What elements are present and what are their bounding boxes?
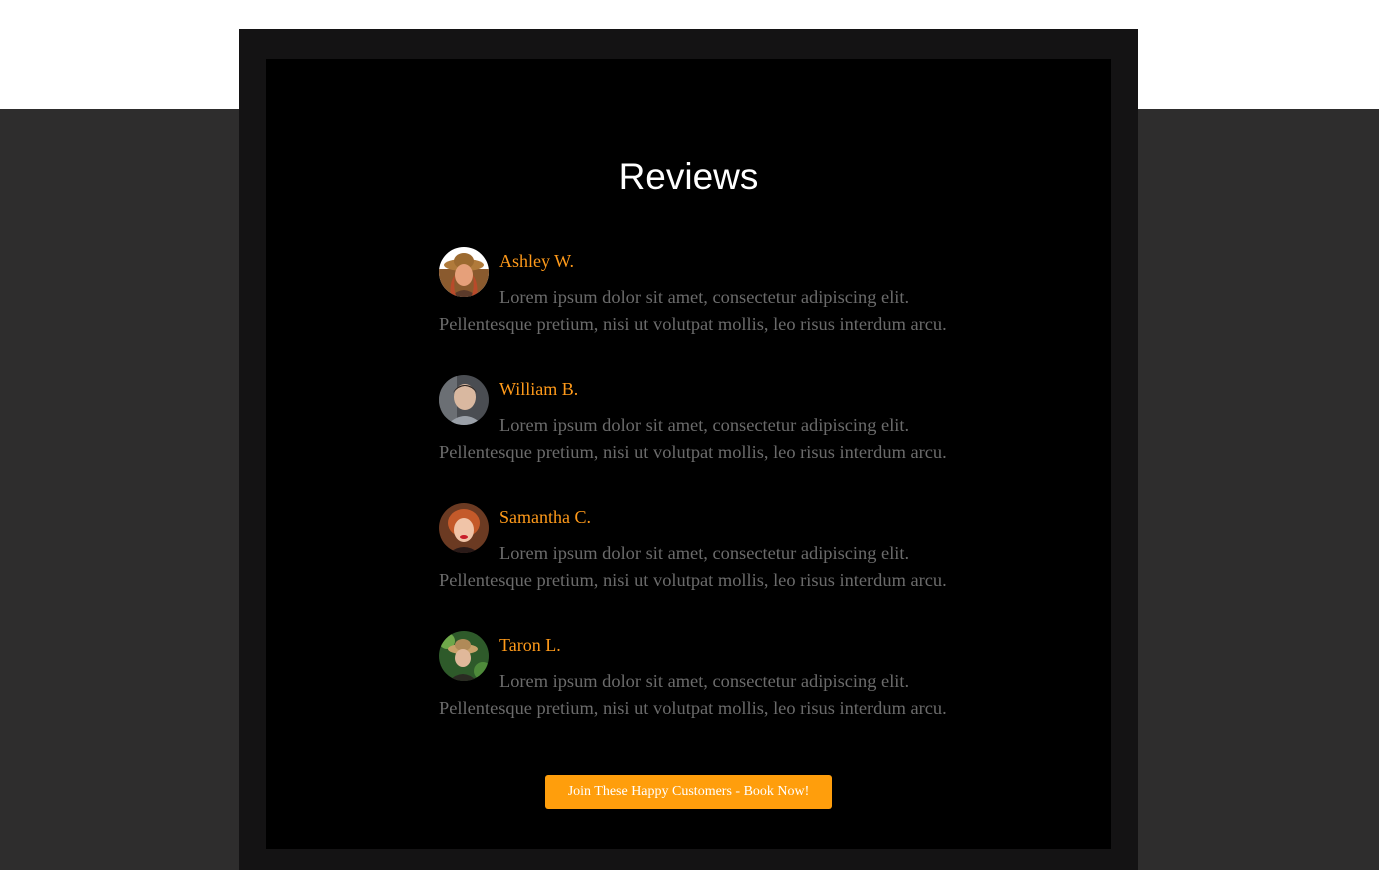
reviews-panel: Reviews Ashley W. Lorem ipsum dolor sit … [266,59,1111,849]
reviews-frame: Reviews Ashley W. Lorem ipsum dolor sit … [239,29,1138,870]
review-item: Taron L. Lorem ipsum dolor sit amet, con… [439,631,959,759]
reviewer-name: Ashley W. [499,251,575,271]
review-text: Lorem ipsum dolor sit amet, consectetur … [439,415,947,462]
review-text: Lorem ipsum dolor sit amet, consectetur … [439,543,947,590]
reviewer-name: Samantha C. [499,507,591,527]
review-text: Lorem ipsum dolor sit amet, consectetur … [439,287,947,334]
book-now-button[interactable]: Join These Happy Customers - Book Now! [545,775,832,809]
review-item: Ashley W. Lorem ipsum dolor sit amet, co… [439,247,959,375]
review-list: Ashley W. Lorem ipsum dolor sit amet, co… [439,247,959,759]
review-text: Lorem ipsum dolor sit amet, consectetur … [439,671,947,718]
review-item: Samantha C. Lorem ipsum dolor sit amet, … [439,503,959,631]
reviewer-name: William B. [499,379,579,399]
review-item: William B. Lorem ipsum dolor sit amet, c… [439,375,959,503]
section-title: Reviews [618,156,759,197]
reviewer-name: Taron L. [499,635,561,655]
